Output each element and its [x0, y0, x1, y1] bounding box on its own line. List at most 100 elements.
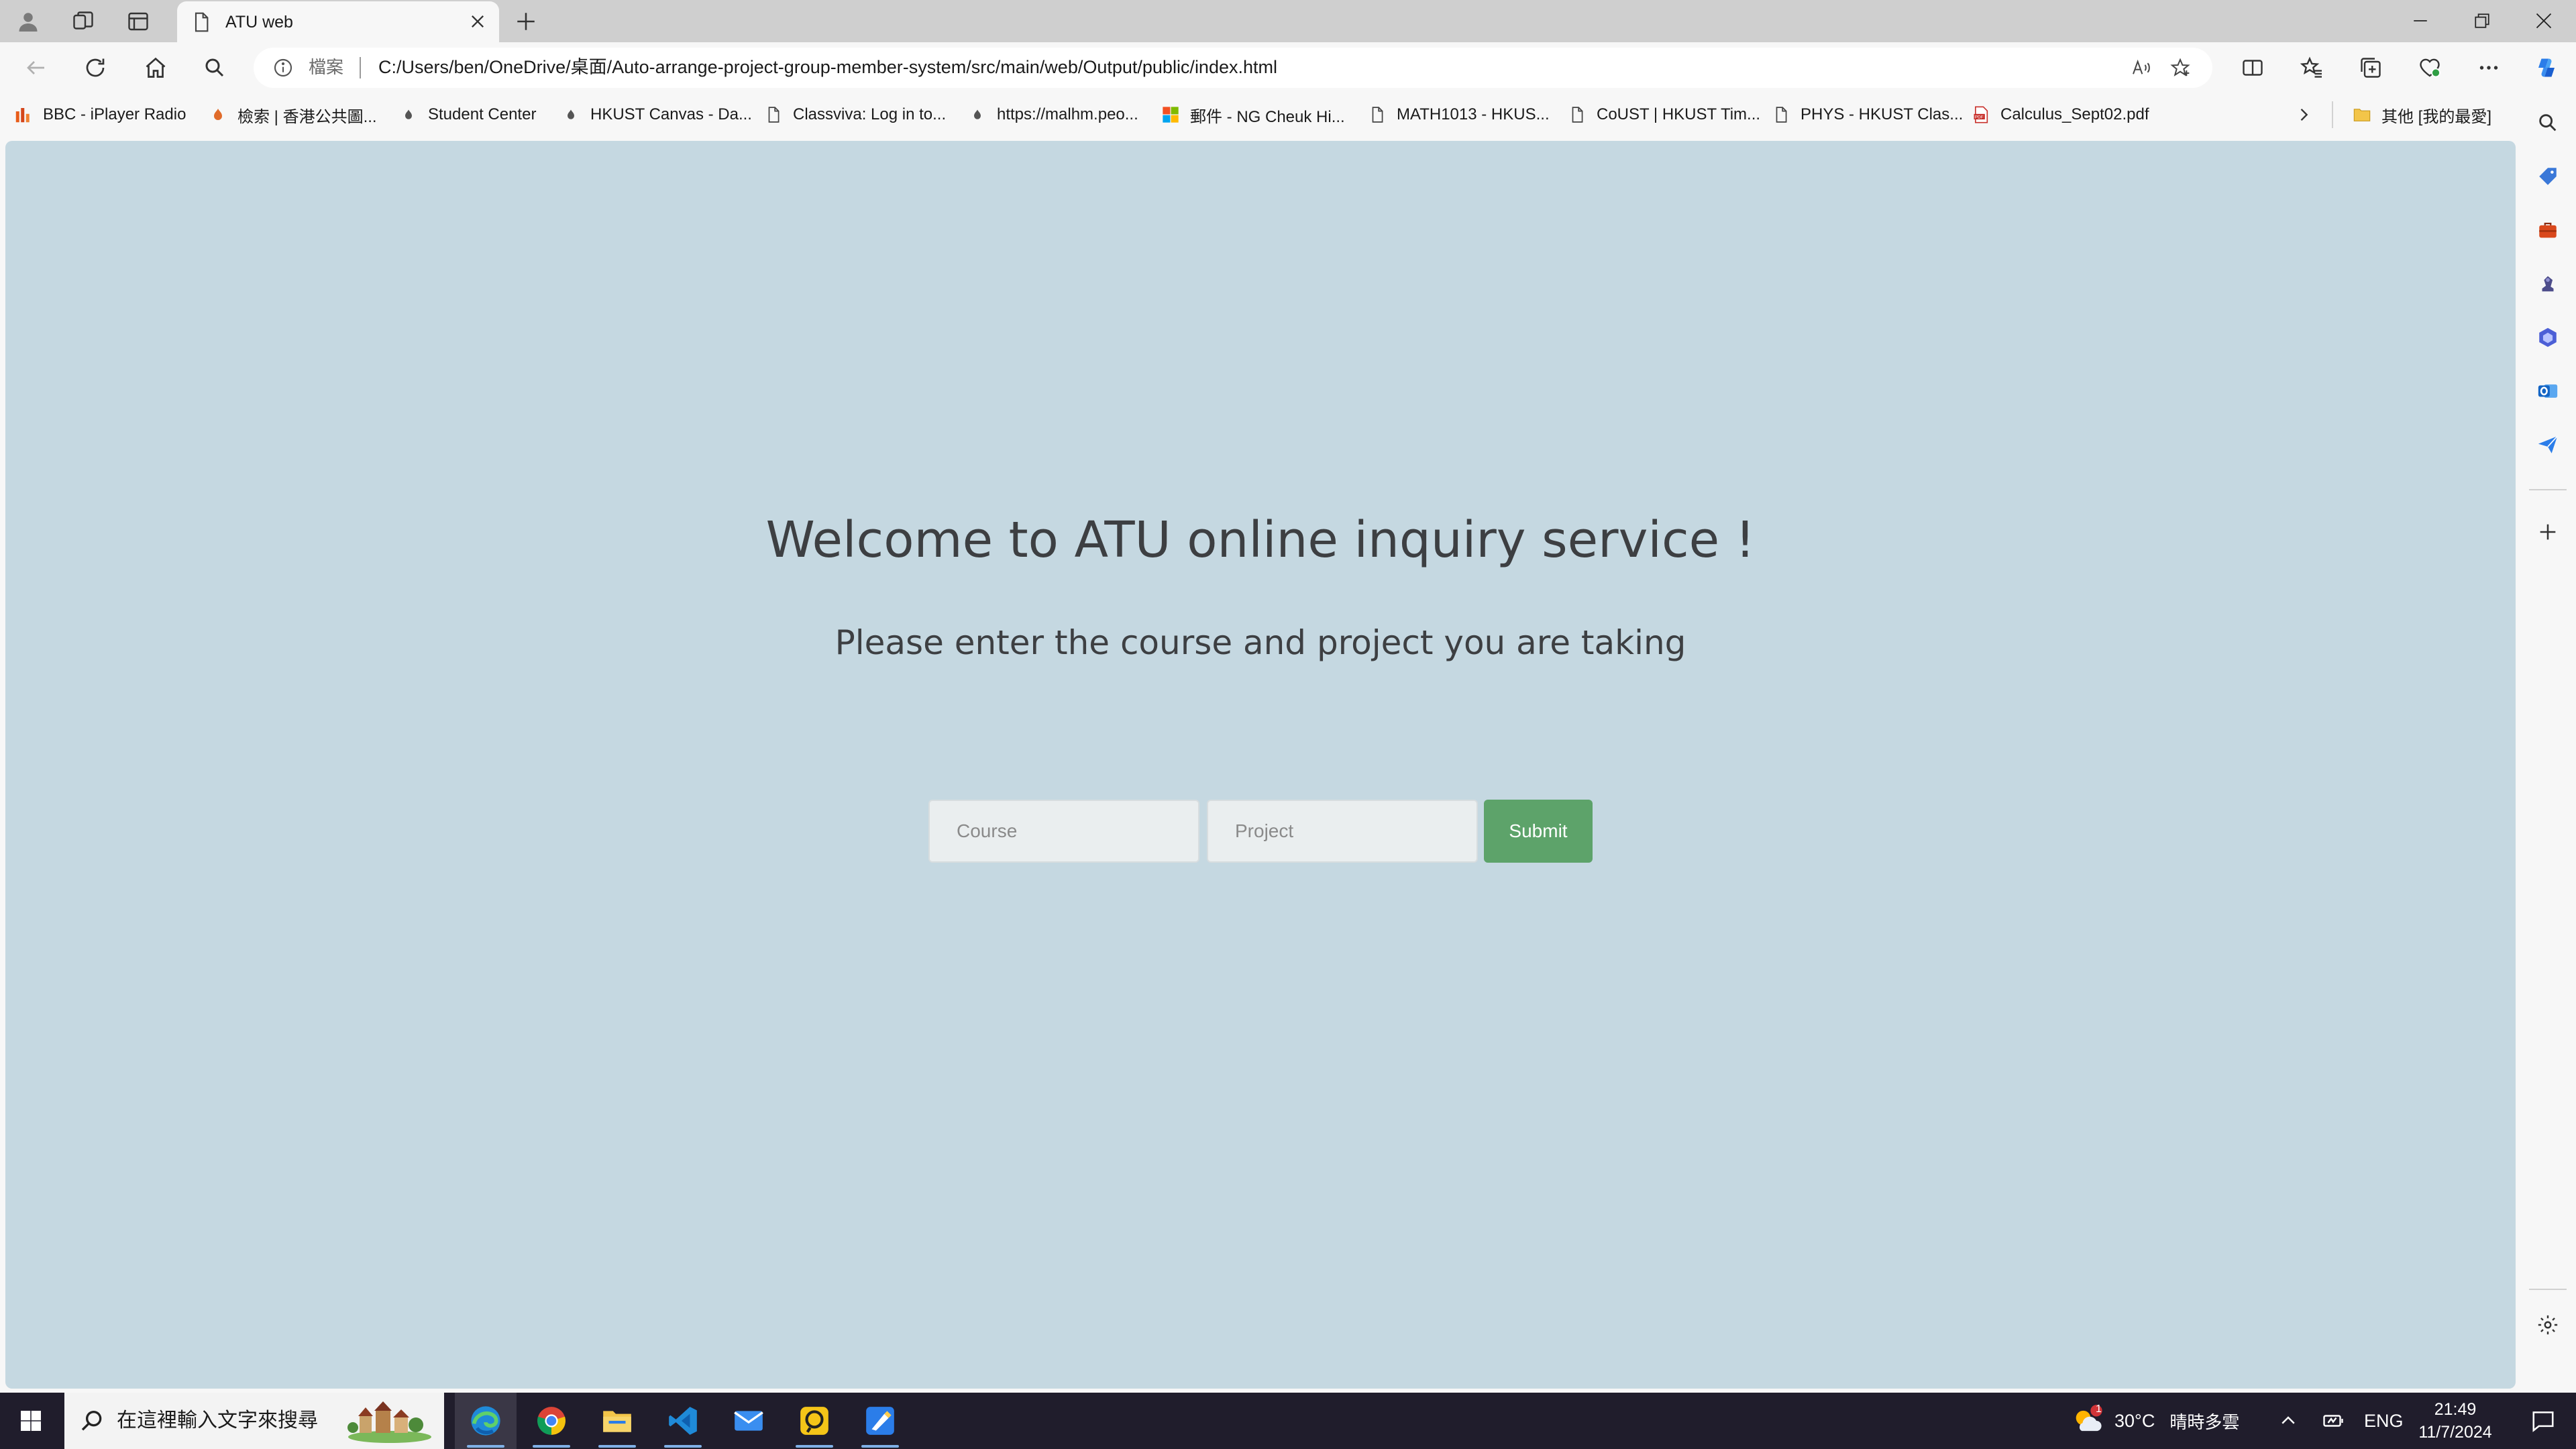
favorite-math1013[interactable]: MATH1013 - HKUS...: [1367, 103, 1550, 127]
minimize-icon[interactable]: [2392, 4, 2449, 38]
profile-icon[interactable]: [13, 7, 43, 36]
taskbar-search-box[interactable]: 在這裡輸入文字來搜尋: [64, 1393, 444, 1449]
taskbar-edge[interactable]: [455, 1393, 517, 1449]
favorites-divider: [2332, 101, 2333, 128]
battery-network-icon: [2323, 1415, 2343, 1427]
navigation-toolbar: 檔案 C:/Users/ben/OneDrive/桌面/Auto-arrange…: [0, 42, 2576, 93]
edge-icon: [471, 1406, 500, 1436]
restore-icon[interactable]: [2454, 4, 2510, 38]
new-tab-icon[interactable]: [511, 7, 541, 36]
vscode-icon: [669, 1407, 697, 1435]
home-icon[interactable]: [140, 52, 172, 84]
outlook-icon[interactable]: [2532, 375, 2564, 407]
search-icon: [81, 1411, 102, 1431]
address-bar[interactable]: 檔案 C:/Users/ben/OneDrive/桌面/Auto-arrange…: [254, 48, 2212, 88]
search-icon[interactable]: [199, 52, 231, 84]
favorite-hkust-canvas[interactable]: HKUST Canvas - Da...: [561, 103, 752, 127]
favorite-hkpl-search[interactable]: 檢索 | 香港公共圖...: [208, 103, 377, 127]
close-window-icon[interactable]: [2516, 4, 2572, 38]
copilot-icon[interactable]: [2530, 52, 2563, 84]
folder-icon: [2352, 105, 2372, 125]
favorite-student-center[interactable]: Student Center: [398, 103, 536, 127]
search-highlight-image: [347, 1401, 431, 1443]
system-clock[interactable]: 21:49 11/7/2024: [2402, 1398, 2509, 1444]
chrome-icon: [537, 1407, 566, 1435]
refresh-icon[interactable]: [79, 52, 111, 84]
favorites-bar: BBC - iPlayer Radio 檢索 | 香港公共圖... Studen…: [0, 93, 2576, 136]
folder-icon: [603, 1411, 631, 1432]
sidebar-search-icon[interactable]: [2532, 107, 2564, 139]
tab-actions-icon[interactable]: [123, 7, 153, 36]
collections-icon[interactable]: [2355, 52, 2387, 84]
sidebar-settings-icon[interactable]: [2532, 1309, 2564, 1341]
windows-start-icon[interactable]: [9, 1399, 52, 1442]
paint-icon: [866, 1407, 894, 1435]
favorite-calculus-pdf[interactable]: PDF Calculus_Sept02.pdf: [1971, 103, 2149, 127]
tab-atu-web[interactable]: ATU web: [177, 1, 499, 42]
split-screen-icon[interactable]: [2237, 52, 2269, 84]
taskbar-paint[interactable]: [849, 1393, 911, 1449]
favorite-malhm[interactable]: https://malhm.peo...: [967, 103, 1138, 127]
network-status[interactable]: [2321, 1393, 2345, 1449]
address-file-label: 檔案: [309, 57, 344, 77]
taskbar-search-placeholder: 在這裡輸入文字來搜尋: [117, 1409, 318, 1432]
taskbar-app-yellow[interactable]: [784, 1393, 845, 1449]
settings-more-icon[interactable]: [2473, 52, 2505, 84]
notification-center[interactable]: [2520, 1393, 2567, 1449]
other-favorites-folder[interactable]: 其他 [我的最愛]: [2352, 103, 2491, 127]
favorite-bbc-iplayer[interactable]: BBC - iPlayer Radio: [13, 103, 186, 127]
address-divider: [360, 57, 361, 78]
add-sidebar-app-icon[interactable]: [2532, 516, 2564, 548]
page-icon: [1771, 105, 1791, 125]
sidebar-divider: [2529, 1289, 2567, 1290]
favorites-icon[interactable]: [2296, 52, 2328, 84]
send-icon[interactable]: [2532, 429, 2564, 461]
library-icon: [208, 105, 228, 125]
taskbar-chrome[interactable]: [521, 1393, 582, 1449]
bbc-icon: [13, 105, 34, 125]
add-favorite-icon[interactable]: [2167, 54, 2194, 81]
weather-description: 晴時多雲: [2169, 1411, 2240, 1432]
shopping-tag-icon[interactable]: [2532, 160, 2564, 193]
taskbar-file-explorer[interactable]: [586, 1393, 648, 1449]
tab-title: ATU web: [225, 13, 293, 32]
page-icon: [1367, 105, 1387, 125]
input-language[interactable]: ENG: [2364, 1393, 2404, 1449]
games-icon[interactable]: [2532, 268, 2564, 300]
weather-widget[interactable]: 1 30°C 晴時多雲: [2070, 1393, 2239, 1449]
sidebar-divider: [2529, 489, 2567, 490]
back-icon[interactable]: [20, 52, 52, 84]
project-input[interactable]: [1207, 800, 1478, 863]
submit-button[interactable]: Submit: [1484, 800, 1593, 863]
chevron-right-icon[interactable]: [2292, 103, 2316, 127]
address-url[interactable]: C:/Users/ben/OneDrive/桌面/Auto-arrange-pr…: [378, 55, 1277, 79]
favorite-phys[interactable]: PHYS - HKUST Clas...: [1771, 103, 1963, 127]
favorite-classviva[interactable]: Classviva: Log in to...: [763, 103, 946, 127]
tools-briefcase-icon[interactable]: [2532, 214, 2564, 246]
read-aloud-icon[interactable]: [2128, 54, 2155, 81]
page-content: Welcome to ATU online inquiry service ! …: [5, 141, 2516, 1389]
mail-icon: [734, 1411, 763, 1431]
page-subtitle: Please enter the course and project you …: [835, 623, 1686, 662]
course-input[interactable]: [928, 800, 1199, 863]
microsoft-365-icon[interactable]: [2532, 321, 2564, 354]
close-tab-icon[interactable]: [466, 9, 490, 34]
page-title: Welcome to ATU online inquiry service !: [765, 511, 1756, 569]
windows-taskbar: 在這裡輸入文字來搜尋 1 30°C 晴時多雲 ENG 21:49 11/7/20…: [0, 1393, 2576, 1449]
info-icon[interactable]: [272, 57, 294, 78]
site-icon: [398, 105, 419, 125]
edge-sidebar: [2520, 93, 2576, 1391]
taskbar-mail[interactable]: [718, 1393, 780, 1449]
show-hidden-icons[interactable]: [2278, 1393, 2298, 1449]
pdf-icon: PDF: [1971, 105, 1991, 125]
favorite-coust[interactable]: CoUST | HKUST Tim...: [1567, 103, 1760, 127]
chevron-up-icon: [2282, 1416, 2295, 1424]
weather-temperature: 30°C: [2114, 1410, 2155, 1431]
browser-essentials-icon[interactable]: [2414, 52, 2446, 84]
notification-icon: [2532, 1411, 2554, 1432]
clock-date: 11/7/2024: [2418, 1423, 2492, 1442]
workspaces-icon[interactable]: [68, 7, 98, 36]
favorite-outlook-mail[interactable]: 郵件 - NG Cheuk Hi...: [1161, 103, 1345, 127]
taskbar-vscode[interactable]: [652, 1393, 714, 1449]
svg-text:PDF: PDF: [1975, 115, 1984, 120]
